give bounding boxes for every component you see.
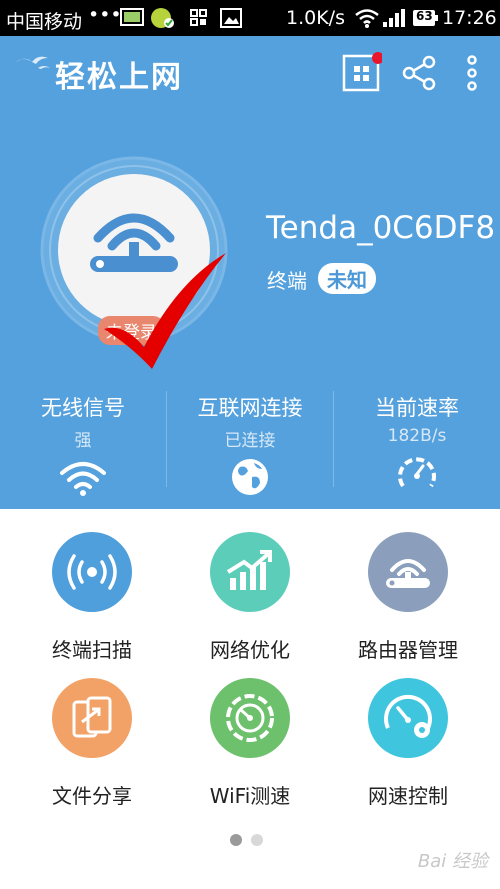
stat-current-speed: 当前速率 182B/s <box>334 392 500 496</box>
tile-router-manage[interactable]: 路由器管理 <box>328 532 488 663</box>
signal-icon <box>382 8 406 28</box>
tile-network-optimize[interactable]: 网络优化 <box>170 532 330 663</box>
share-button[interactable] <box>400 52 440 92</box>
app-bar: 轻松上网 <box>0 36 500 112</box>
tile-terminal-scan[interactable]: 终端扫描 <box>12 532 172 663</box>
stat-value: 强 <box>74 431 92 451</box>
tile-speed-control[interactable]: 网速控制 <box>328 678 488 809</box>
globe-icon <box>232 459 268 495</box>
scan-icon <box>52 532 132 612</box>
network-speed: 1.0K/s <box>286 7 345 29</box>
red-check-icon <box>104 253 226 369</box>
share-icon <box>402 55 436 91</box>
app-title: 轻松上网 <box>55 60 183 95</box>
stat-label: 无线信号 <box>41 396 125 420</box>
router-status-panel: 轻松上网 未登录 Tenda_0C6DF8 终端 未知 无线信号 强 互联网连接… <box>0 36 500 509</box>
more-button[interactable] <box>452 52 492 92</box>
watermark: Bai 经验 <box>417 851 488 872</box>
terminal-count-badge: 未知 <box>318 263 376 294</box>
file-share-icon <box>52 678 132 758</box>
terminal-label: 终端 <box>267 269 307 293</box>
speed-test-icon <box>210 678 290 758</box>
grid-icon <box>342 52 384 92</box>
apps-button[interactable] <box>342 52 384 92</box>
tile-label: 路由器管理 <box>358 638 458 662</box>
stat-value: 已连接 <box>224 431 276 451</box>
wifi-status-icon <box>354 8 380 28</box>
stat-value: 182B/s <box>387 426 447 446</box>
speed-control-icon <box>368 678 448 758</box>
tile-label: WiFi测速 <box>209 784 291 808</box>
more-icon <box>467 55 477 91</box>
tile-wifi-speed-test[interactable]: WiFi测速 <box>170 678 330 809</box>
optimize-icon <box>210 532 290 612</box>
carrier-label: 中国移动 <box>6 11 83 33</box>
wifi-icon <box>60 462 106 496</box>
page-indicator[interactable] <box>251 834 263 846</box>
wifi-ssid: Tenda_0C6DF8 <box>266 210 496 246</box>
stat-label: 当前速率 <box>375 396 459 420</box>
status-bar: 中国移动 ••• 1.0K/s 63 17:26 <box>0 0 500 36</box>
stat-internet-connection: 互联网连接 已连接 <box>167 392 333 501</box>
stat-label: 互联网连接 <box>197 396 303 420</box>
image-notification-icon <box>220 8 242 28</box>
clock: 17:26 <box>442 7 497 29</box>
tile-file-share[interactable]: 文件分享 <box>12 678 172 809</box>
bird-logo-icon <box>14 50 54 76</box>
tile-label: 网络优化 <box>210 638 290 662</box>
speedometer-icon <box>398 457 436 488</box>
battery-icon: 63 <box>412 8 438 28</box>
notification-dots: ••• <box>88 4 122 26</box>
page-indicator-active[interactable] <box>230 834 242 846</box>
tile-label: 终端扫描 <box>52 638 132 662</box>
router-icon <box>368 532 448 612</box>
g3-icon <box>120 8 144 26</box>
tile-label: 网速控制 <box>368 784 448 808</box>
grid-notification-icon <box>190 9 208 27</box>
battery-level: 63 <box>416 9 433 23</box>
stat-wireless-signal: 无线信号 强 <box>0 392 166 501</box>
tile-label: 文件分享 <box>52 784 132 808</box>
app-notification-icon <box>150 7 176 29</box>
